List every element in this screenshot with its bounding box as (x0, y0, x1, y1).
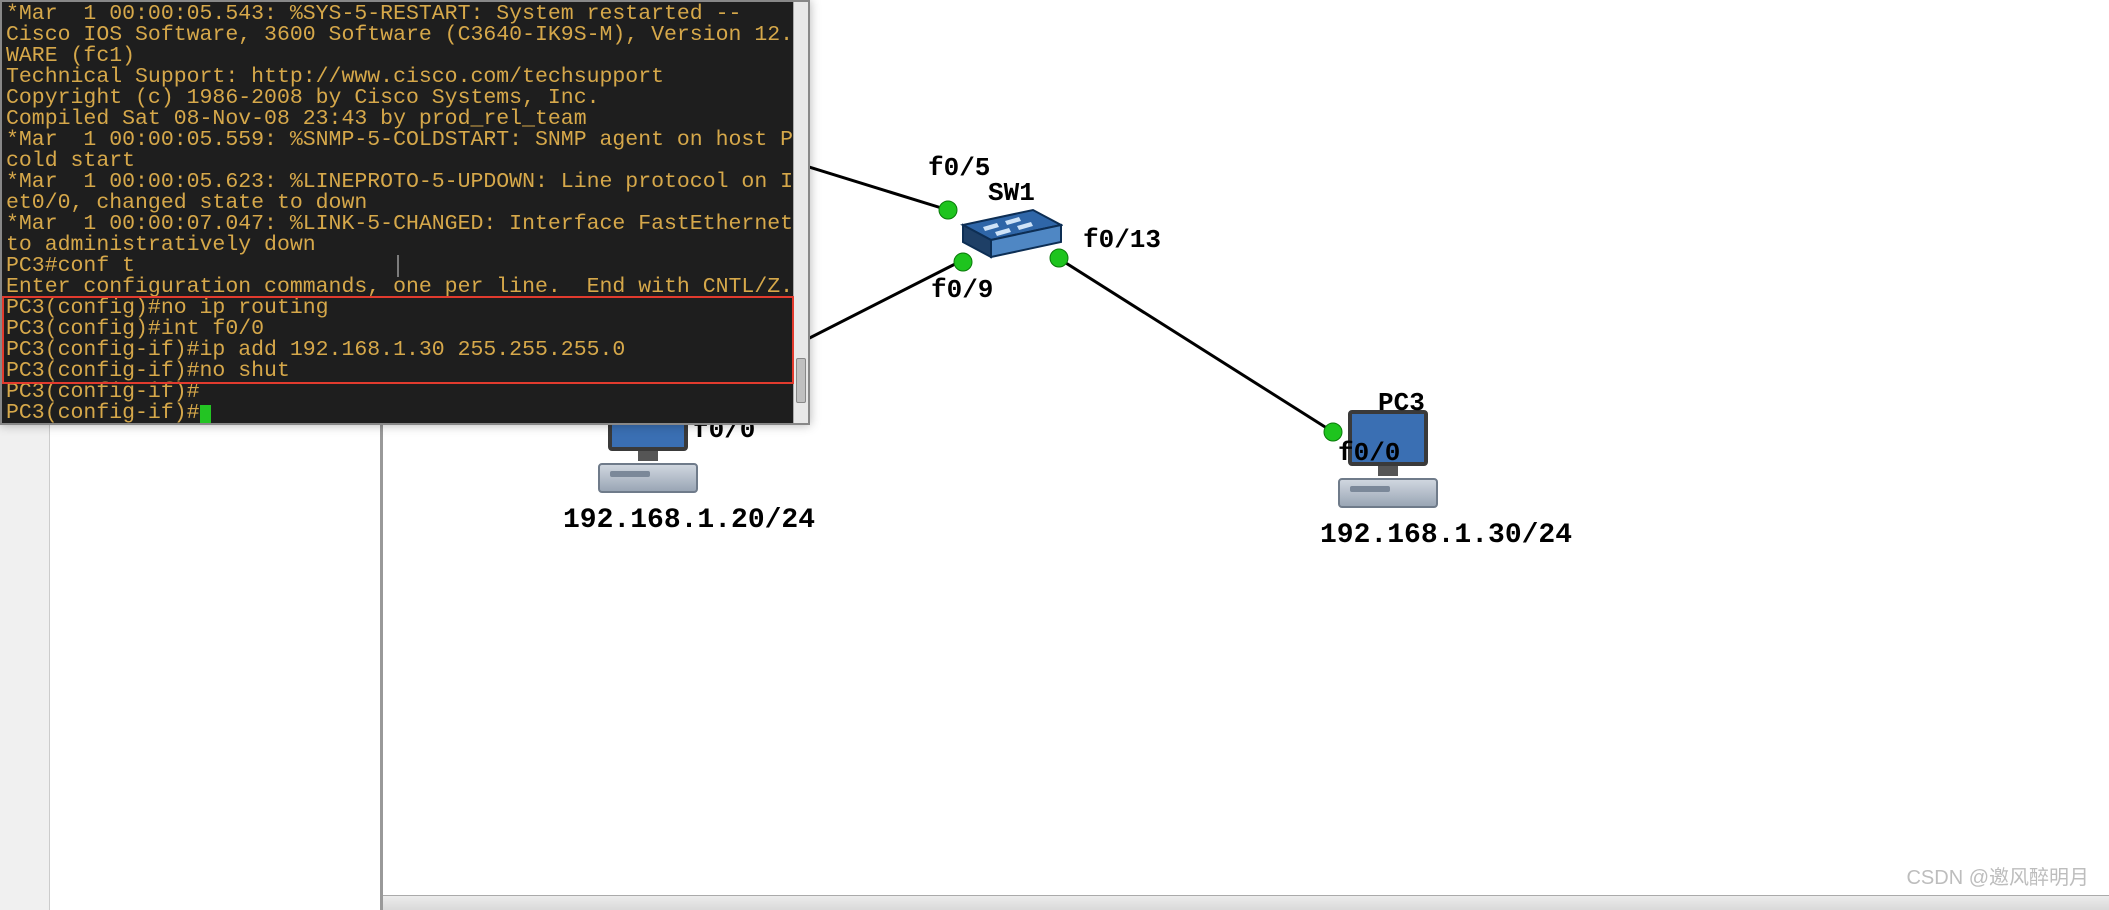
console-line: Enter configuration commands, one per li… (6, 277, 789, 298)
console-line: to administratively down (6, 235, 789, 256)
console-line: PC3(config-if)#ip add 192.168.1.30 255.2… (6, 340, 789, 361)
console-line: Technical Support: http://www.cisco.com/… (6, 67, 789, 88)
terminal-cursor (200, 405, 211, 423)
port-pc3-f00: f0/0 (1338, 438, 1400, 468)
label-pc3: PC3 (1378, 388, 1425, 418)
text-caret-icon (397, 255, 399, 277)
console-line: Copyright (c) 1986-2008 by Cisco Systems… (6, 88, 789, 109)
label-sw1: SW1 (988, 178, 1035, 208)
console-line: *Mar 1 00:00:05.543: %SYS-5-RESTART: Sys… (6, 4, 789, 25)
console-line: WARE (fc1) (6, 46, 789, 67)
console-line: Compiled Sat 08-Nov-08 23:43 by prod_rel… (6, 109, 789, 130)
console-line: *Mar 1 00:00:05.623: %LINEPROTO-5-UPDOWN… (6, 172, 789, 193)
console-line: PC3(config-if)# (6, 382, 789, 403)
port-sw1-f09: f0/9 (931, 275, 993, 305)
topology-statusbar (383, 895, 2109, 910)
watermark: CSDN @邀风醉明月 (1906, 861, 2089, 890)
console-line: PC3(config)#no ip routing (6, 298, 789, 319)
console-line: cold start (6, 151, 789, 172)
left-sidebar (0, 425, 50, 910)
console-scroll-thumb[interactable] (796, 358, 806, 403)
console-line: et0/0, changed state to down (6, 193, 789, 214)
port-sw1-f05: f0/5 (928, 153, 990, 183)
console-line: Cisco IOS Software, 3600 Software (C3640… (6, 25, 789, 46)
switch-icon (953, 205, 1063, 260)
ip-pc2: 192.168.1.20/24 (563, 505, 815, 536)
console-scrollbar[interactable] (793, 2, 808, 423)
console-line: *Mar 1 00:00:05.559: %SNMP-5-COLDSTART: … (6, 130, 789, 151)
console-window[interactable]: *Mar 1 00:00:05.543: %SYS-5-RESTART: Sys… (0, 0, 810, 425)
console-line: *Mar 1 00:00:07.047: %LINK-5-CHANGED: In… (6, 214, 789, 235)
console-line: PC3(config)#int f0/0 (6, 319, 789, 340)
ip-pc3: 192.168.1.30/24 (1320, 520, 1572, 551)
console-output[interactable]: *Mar 1 00:00:05.543: %SYS-5-RESTART: Sys… (2, 2, 793, 423)
port-sw1-f013: f0/13 (1083, 225, 1161, 255)
console-line: PC3(config-if)#no shut (6, 361, 789, 382)
console-line: PC3(config-if)# (6, 403, 789, 423)
device-sw1[interactable] (953, 205, 1063, 260)
